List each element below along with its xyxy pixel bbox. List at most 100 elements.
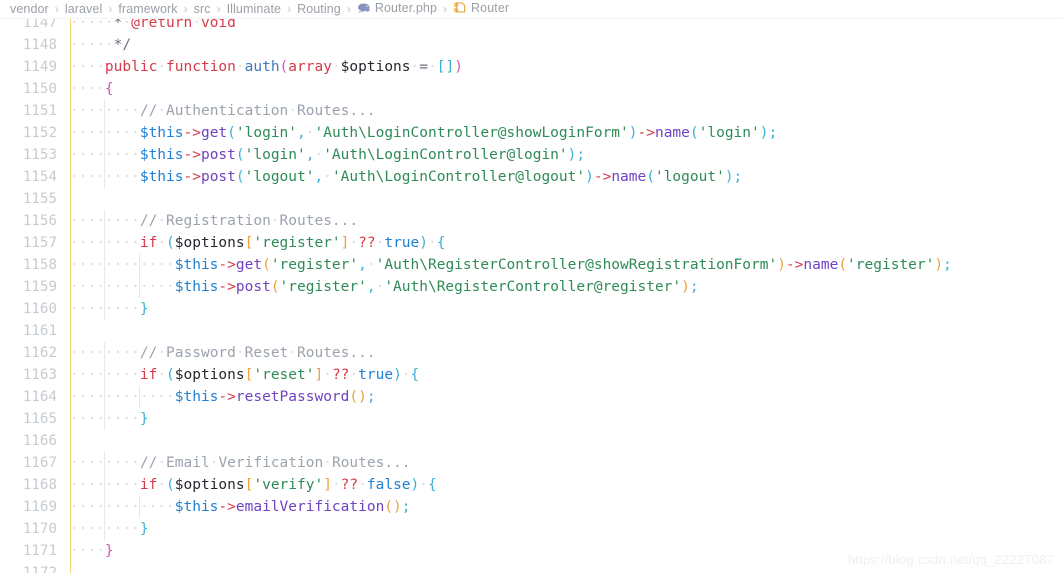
breadcrumb-item-router-php[interactable]: Router.php xyxy=(356,1,438,17)
code-token: $options xyxy=(340,59,411,75)
code-line-content: ········$this->post('login',·'Auth\Login… xyxy=(70,144,585,166)
code-token: · xyxy=(314,147,324,163)
code-line-content: ········//·Email·Verification·Routes... xyxy=(70,452,411,474)
code-token: , xyxy=(314,169,324,185)
line-number: 1171 xyxy=(22,543,57,559)
breadcrumb-item-label: vendor xyxy=(10,2,49,16)
code-token: · xyxy=(235,59,245,75)
code-token: ( xyxy=(235,169,245,185)
code-token: · xyxy=(401,367,411,383)
breadcrumb-item-routing[interactable]: Routing xyxy=(296,2,342,16)
line-number: 1151 xyxy=(22,103,57,119)
code-token: ) xyxy=(777,257,786,273)
php-elephant-icon xyxy=(357,2,371,17)
code-line[interactable]: 1157 ········if·($options['register']·??·… xyxy=(0,232,1062,254)
code-line[interactable]: 1163 ········if·($options['reset']·??·tru… xyxy=(0,364,1062,386)
whitespace-dots: ···· xyxy=(70,543,105,559)
code-line[interactable]: 1148 ·····*/ xyxy=(0,34,1062,56)
code-token: ( xyxy=(166,235,175,251)
code-line-content: ············$this->resetPassword(); xyxy=(70,386,376,408)
code-token: ( xyxy=(838,257,848,273)
breadcrumb-item-label: Router xyxy=(471,1,510,15)
whitespace-dots: ············ xyxy=(70,389,175,405)
code-token: · xyxy=(349,367,359,383)
line-number: 1147 xyxy=(22,19,57,31)
code-line[interactable]: 1169 ············$this->emailVerification… xyxy=(0,496,1062,518)
code-token: } xyxy=(139,521,149,537)
breadcrumb-item-framework[interactable]: framework xyxy=(117,2,178,16)
code-token: ( xyxy=(279,59,289,75)
code-token: ] xyxy=(314,367,324,383)
code-line[interactable]: 1156 ········//·Registration·Routes... xyxy=(0,210,1062,232)
line-number: 1163 xyxy=(22,367,57,383)
code-token: · xyxy=(427,59,437,75)
code-line[interactable]: 1160 ········} xyxy=(0,298,1062,320)
code-token: 'register' xyxy=(847,257,935,273)
code-line-content: ········//·Registration·Routes... xyxy=(70,210,358,232)
code-line[interactable]: 1158 ············$this->get('register',·'… xyxy=(0,254,1062,276)
code-token: ) xyxy=(393,367,402,383)
breadcrumb-item-src[interactable]: src xyxy=(193,2,212,16)
class-symbol-icon xyxy=(453,1,467,17)
breadcrumb-separator: › xyxy=(183,2,188,16)
code-token: public xyxy=(104,59,158,75)
code-token: { xyxy=(436,235,446,251)
code-token: · xyxy=(366,257,376,273)
line-number: 1164 xyxy=(22,389,57,405)
whitespace-dots: ····· xyxy=(70,19,114,31)
code-token: -> xyxy=(785,257,804,273)
whitespace-dots: ········ xyxy=(70,235,140,251)
code-line[interactable]: 1151 ········//·Authentication·Routes... xyxy=(0,100,1062,122)
code-token: ( xyxy=(270,279,280,295)
code-token: $this xyxy=(139,125,184,141)
code-line[interactable]: 1171 ····} xyxy=(0,540,1062,562)
code-token: -> xyxy=(218,279,236,295)
code-token: if xyxy=(139,367,158,383)
code-line[interactable]: 1152 ········$this->get('login',·'Auth\Lo… xyxy=(0,122,1062,144)
code-line-content: ········$this->get('login',·'Auth\LoginC… xyxy=(70,122,777,144)
code-token: $this xyxy=(174,279,219,295)
code-line[interactable]: 1162 ········//·Password·Reset·Routes... xyxy=(0,342,1062,364)
line-number: 1170 xyxy=(22,521,57,537)
code-token: ( xyxy=(689,125,699,141)
code-line[interactable]: 1161 xyxy=(0,320,1062,342)
code-line-content: ········if·($options['register']·??·true… xyxy=(70,232,445,254)
breadcrumb-item-vendor[interactable]: vendor xyxy=(9,2,50,16)
code-line[interactable]: 1154 ········$this->post('logout',·'Auth\… xyxy=(0,166,1062,188)
code-token: 'login' xyxy=(235,125,298,141)
code-line[interactable]: 1168 ········if·($options['verify']·??·fa… xyxy=(0,474,1062,496)
code-line[interactable]: 1150 ····{ xyxy=(0,78,1062,100)
breadcrumb-item-label: Routing xyxy=(297,2,341,16)
code-token: () xyxy=(384,499,402,515)
code-token: //·Password·Reset·Routes... xyxy=(139,345,376,361)
code-line[interactable]: 1166 xyxy=(0,430,1062,452)
code-line[interactable]: 1159 ············$this->post('register',·… xyxy=(0,276,1062,298)
breadcrumb-item-illuminate[interactable]: Illuminate xyxy=(226,2,283,16)
code-token: //·Email·Verification·Routes... xyxy=(139,455,411,471)
code-token: name xyxy=(803,257,839,273)
code-token: , xyxy=(358,257,367,273)
code-token: $options xyxy=(174,235,245,251)
code-line[interactable]: 1147 ·····*·@return·void xyxy=(0,19,1062,34)
code-token: */ xyxy=(113,37,132,53)
code-line-content: ········} xyxy=(70,518,149,540)
code-line[interactable]: 1165 ········} xyxy=(0,408,1062,430)
line-number: 1149 xyxy=(22,59,57,75)
code-line[interactable]: 1164 ············$this->resetPassword(); xyxy=(0,386,1062,408)
code-line[interactable]: 1149 ····public·function·auth(array·$opti… xyxy=(0,56,1062,78)
code-line[interactable]: 1170 ········} xyxy=(0,518,1062,540)
breadcrumb-item-laravel[interactable]: laravel xyxy=(64,2,104,16)
code-token: get xyxy=(235,257,263,273)
code-token: -> xyxy=(637,125,655,141)
code-line[interactable]: 1153 ········$this->post('login',·'Auth\L… xyxy=(0,144,1062,166)
code-line-content: ········$this->post('logout',·'Auth\Logi… xyxy=(70,166,742,188)
code-line[interactable]: 1167 ········//·Email·Verification·Routes… xyxy=(0,452,1062,474)
whitespace-dots: ········ xyxy=(70,367,140,383)
code-line[interactable]: 1172 xyxy=(0,562,1062,573)
breadcrumb-separator: › xyxy=(54,2,59,16)
code-editor-pane[interactable]: 1147 ·····*·@return·void 1148 ·····*/1149 ··… xyxy=(0,19,1062,573)
breadcrumb-item-router[interactable]: Router xyxy=(452,1,510,17)
code-line[interactable]: 1155 xyxy=(0,188,1062,210)
line-number: 1152 xyxy=(22,125,57,141)
code-token: -> xyxy=(183,169,201,185)
